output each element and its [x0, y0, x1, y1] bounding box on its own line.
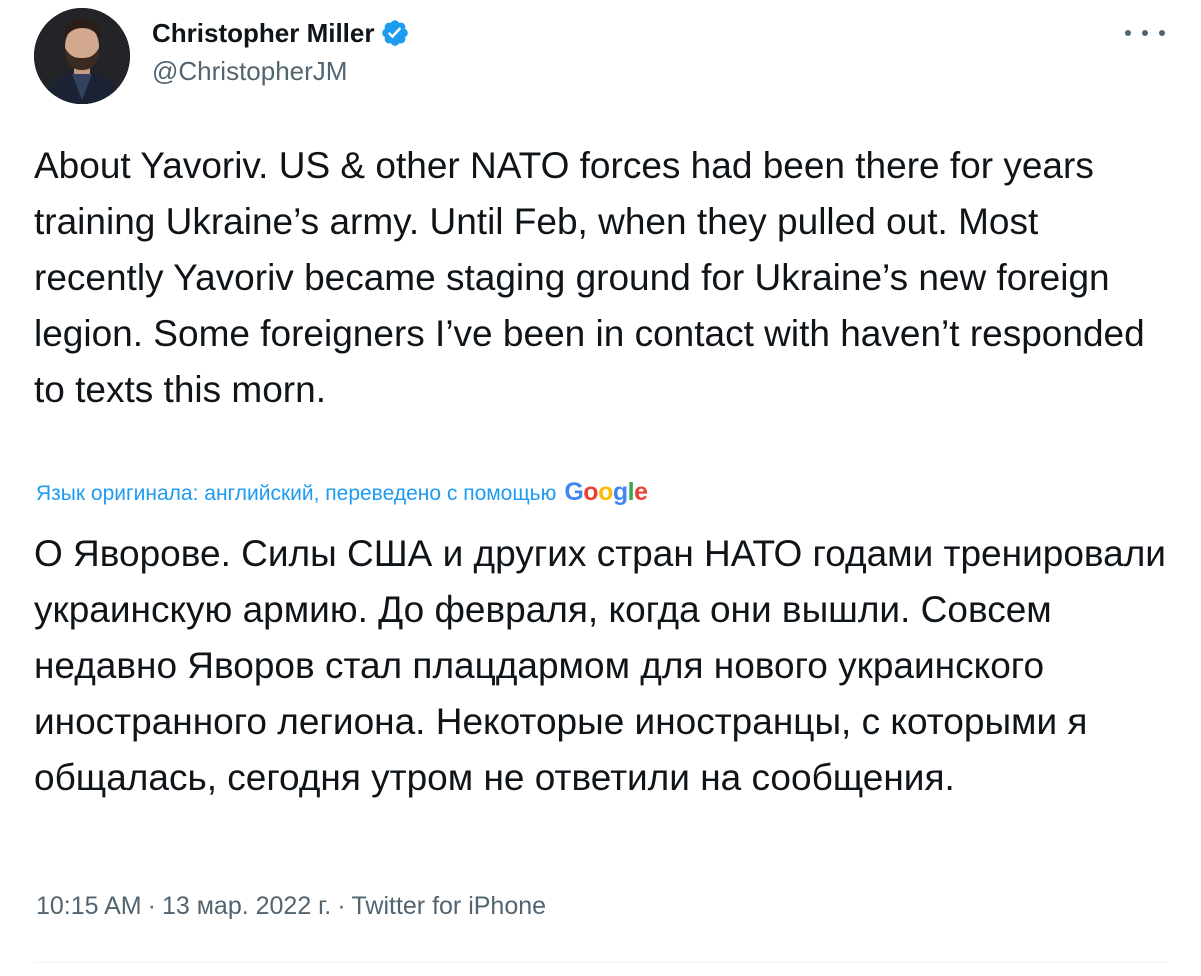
- meta-separator: ·: [147, 892, 156, 920]
- tweet-text: About Yavoriv. US & other NATO forces ha…: [34, 145, 1145, 410]
- tweet-date[interactable]: 13 мар. 2022 г.: [162, 892, 331, 920]
- meta-separator: ·: [337, 892, 346, 920]
- avatar[interactable]: [34, 8, 130, 104]
- more-dot: [1159, 30, 1165, 36]
- tweet-time[interactable]: 10:15 AM: [36, 892, 142, 920]
- more-options-icon[interactable]: [1125, 18, 1165, 48]
- avatar-photo: [34, 8, 130, 104]
- verified-badge-icon: [380, 18, 410, 48]
- more-dot: [1125, 30, 1131, 36]
- tweet-card: Christopher Miller @ChristopherJM About …: [0, 0, 1201, 976]
- translation-note-text: Язык оригинала: английский, переведено с…: [36, 482, 557, 505]
- author-display-name[interactable]: Christopher Miller: [152, 18, 374, 49]
- author-handle[interactable]: @ChristopherJM: [152, 56, 347, 87]
- translation-note[interactable]: Язык оригинала: английский, переведено с…: [36, 478, 648, 507]
- divider: [34, 962, 1167, 963]
- tweet-source[interactable]: Twitter for iPhone: [352, 892, 547, 920]
- translated-text: О Яворове. Силы США и других стран НАТО …: [34, 533, 1166, 798]
- google-logo: Google: [564, 478, 648, 506]
- tweet-meta: 10:15 AM · 13 мар. 2022 г. · Twitter for iPh…: [36, 892, 546, 921]
- author-name-row: Christopher Miller: [152, 16, 410, 50]
- more-dot: [1142, 30, 1148, 36]
